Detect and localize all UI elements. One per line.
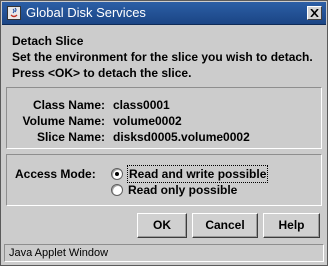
status-bar: Java Applet Window (4, 244, 324, 262)
volume-name-row: Volume Name: volume0002 (7, 113, 321, 129)
volume-name-value: volume0002 (113, 114, 182, 128)
slice-name-label: Slice Name: (36, 130, 105, 144)
status-text: Java Applet Window (9, 247, 109, 259)
slice-name-row: Slice Name: disksd0005.volume0002 (7, 129, 321, 145)
close-icon (310, 9, 319, 17)
radio-button-unselected[interactable] (111, 184, 123, 196)
access-mode-label: Access Mode: (15, 167, 96, 181)
slice-name-value: disksd0005.volume0002 (113, 130, 250, 144)
title-bar[interactable]: Global Disk Services (2, 2, 326, 25)
radio-button-selected[interactable] (111, 168, 123, 180)
ok-button[interactable]: OK (137, 213, 187, 238)
help-button[interactable]: Help (263, 213, 320, 238)
class-name-label: Class Name: (32, 98, 105, 112)
window-title: Global Disk Services (26, 5, 146, 20)
volume-name-label: Volume Name: (22, 114, 105, 128)
close-button[interactable] (307, 6, 322, 20)
slice-info-panel: Class Name: class0001 Volume Name: volum… (6, 87, 322, 149)
dialog-header: Detach Slice Set the environment for the… (12, 33, 317, 81)
dialog-window: Global Disk Services Detach Slice Set th… (0, 0, 328, 266)
instruction-line-1: Set the environment for the slice you wi… (12, 50, 313, 64)
instruction-line-2: Press <OK> to detach the slice. (12, 66, 192, 80)
access-mode-panel: Access Mode: Read and write possible Rea… (6, 154, 322, 206)
class-name-row: Class Name: class0001 (7, 97, 321, 113)
radio-read-write-label[interactable]: Read and write possible (127, 165, 269, 183)
radio-read-only-label[interactable]: Read only possible (128, 182, 237, 198)
dialog-heading: Detach Slice (12, 34, 84, 48)
cancel-button[interactable]: Cancel (192, 213, 258, 238)
java-app-icon (7, 6, 21, 20)
radio-dot-icon (115, 172, 119, 176)
class-name-value: class0001 (113, 98, 170, 112)
